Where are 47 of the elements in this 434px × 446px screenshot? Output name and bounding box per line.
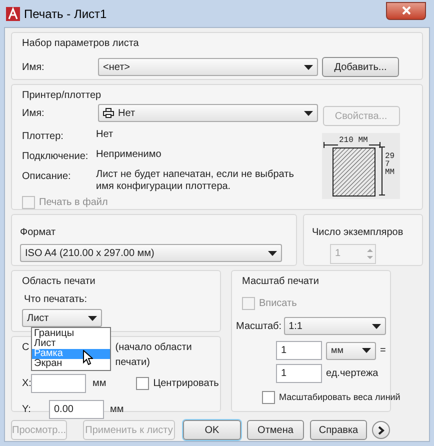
info-label: Описание: xyxy=(22,170,72,184)
info-label: Плоттер: xyxy=(22,130,64,144)
checkbox-label: Центрировать xyxy=(153,377,219,391)
field-label: Y: xyxy=(22,403,32,417)
group-legend: С xyxy=(22,340,30,370)
unit-label: ед.чертежа xyxy=(326,367,378,381)
group-legend: Число экземпляров xyxy=(312,225,414,240)
input-field[interactable]: 0.00 xyxy=(49,400,104,419)
group-legend: Область печати xyxy=(22,274,210,289)
field-label: Имя: xyxy=(22,106,46,120)
group-legend: Набор параметров листа xyxy=(22,36,412,51)
dropdown-option[interactable]: Границы xyxy=(32,329,110,339)
dropdown[interactable]: <нет> xyxy=(98,58,318,76)
group-legend: (начало области печати) xyxy=(115,340,210,370)
field-label: Имя: xyxy=(22,60,46,74)
dimension-label: 297 MM xyxy=(385,153,395,177)
dropdown[interactable]: Лист xyxy=(22,309,102,327)
unit-label: мм xyxy=(92,377,106,391)
checkbox-label: Вписать xyxy=(259,297,297,311)
field-label: Что печатать: xyxy=(24,293,88,307)
dimension-label: 210 MM xyxy=(338,135,369,147)
input-field[interactable]: 1 xyxy=(276,341,322,360)
dropdown[interactable]: 1:1 xyxy=(284,317,386,335)
equals-sign: = xyxy=(380,344,386,358)
dropdown[interactable]: мм xyxy=(326,342,376,360)
dropdown[interactable]: ISO A4 (210.00 x 297.00 мм) xyxy=(20,244,282,262)
input-field[interactable]: 1 xyxy=(276,364,322,383)
checkbox-label: Масштабировать веса линий xyxy=(279,391,400,404)
window-title: Печать - Лист1 xyxy=(24,6,107,22)
dropdown[interactable]: Нет xyxy=(98,104,318,122)
dialog-button[interactable]: OK xyxy=(183,420,241,440)
info-value: Лист не будет напечатан, если не выбрать имя конфигурации плоттера. xyxy=(96,169,295,193)
dropdown-option[interactable]: Лист xyxy=(32,339,110,349)
dialog-button[interactable]: Отмена xyxy=(247,420,304,440)
unit-label: мм xyxy=(110,403,124,417)
checkbox-label: Печать в файл xyxy=(39,196,108,210)
group-legend: Формат xyxy=(20,225,288,240)
group-legend: Масштаб печати xyxy=(242,274,386,289)
field-label: Масштаб: xyxy=(236,320,282,334)
info-value: Неприменимо xyxy=(96,149,162,162)
info-label: Подключение: xyxy=(22,150,90,164)
field-label: X: xyxy=(22,377,32,391)
group-legend: Принтер/плоттер xyxy=(22,88,322,103)
dropdown-option[interactable]: Экран xyxy=(32,359,110,369)
dialog-button[interactable]: Справка xyxy=(310,420,367,440)
add-button[interactable]: Добавить... xyxy=(322,57,399,77)
info-value: Нет xyxy=(96,129,114,142)
